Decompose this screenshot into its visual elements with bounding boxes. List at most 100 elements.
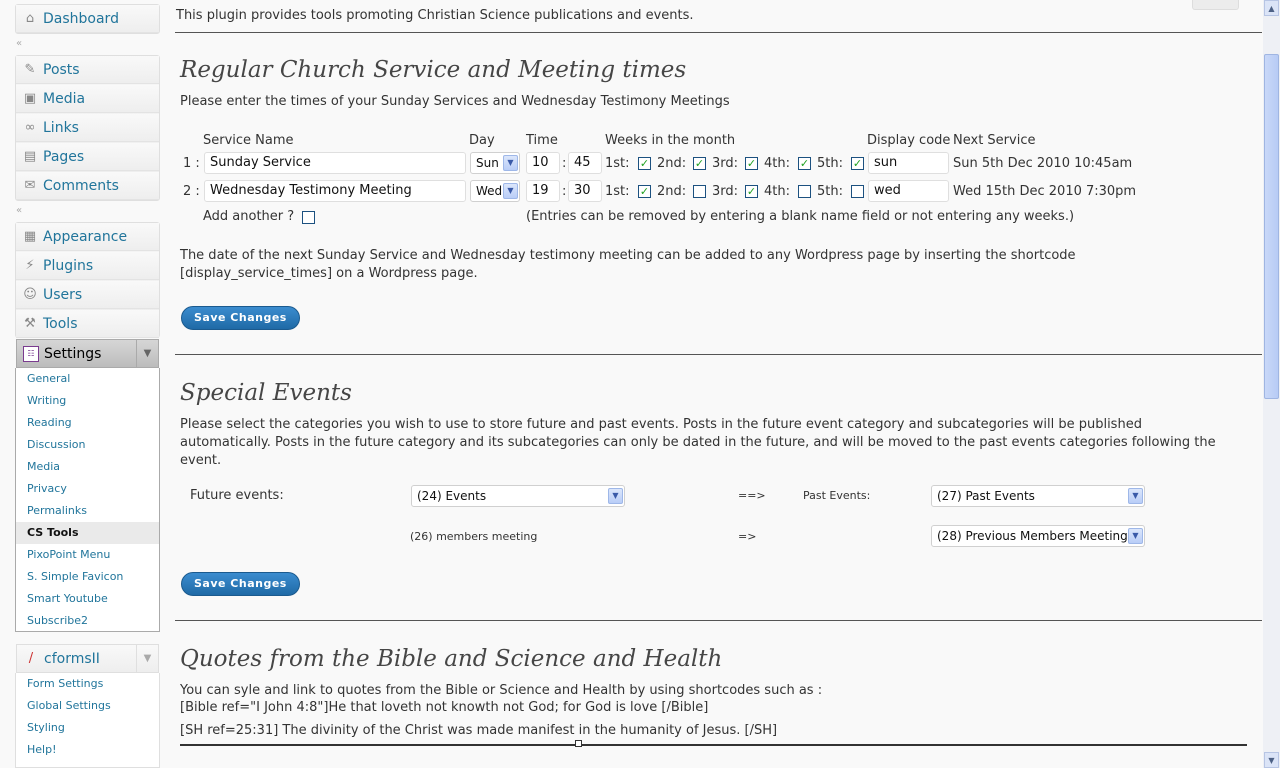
header-weeks: Weeks in the month [605,133,736,148]
future-events-select[interactable]: (24) Events ▼ [411,485,625,507]
submenu-item-writing[interactable]: Writing [16,390,159,412]
week-label: 3rd: [712,156,739,171]
sidebar-item-appearance[interactable]: ▦ Appearance [16,223,159,251]
submenu-item-form-settings[interactable]: Form Settings [16,673,159,695]
collapse-separator-icon[interactable]: « [16,205,22,216]
sidebar-item-pages[interactable]: ▤ Pages [16,143,159,171]
past-events-label: Past Events: [803,489,871,502]
sidebar-item-plugins[interactable]: ⚡ Plugins [16,252,159,280]
mapping-arrow: ==> [738,489,766,502]
submenu-item-simple-favicon[interactable]: S. Simple Favicon [16,566,159,588]
display-code-input[interactable]: sun [868,152,949,174]
header-time: Time [526,133,558,148]
past-events-value: (27) Past Events [937,489,1035,503]
settings-submenu: General Writing Reading Discussion Media… [15,368,160,632]
sidebar-item-label: Pages [43,148,85,165]
help-tab[interactable] [1192,0,1239,10]
service-name-input[interactable]: Wednesday Testimony Meeting [204,180,466,202]
week-4-checkbox[interactable] [798,185,811,198]
sidebar-item-label: Comments [43,177,119,194]
minute-input[interactable]: 30 [568,180,602,202]
day-select-value: Sun [476,156,499,170]
sidebar-item-comments[interactable]: ✉ Comments [16,172,159,200]
minute-input[interactable]: 45 [568,152,602,174]
submenu-item-discussion[interactable]: Discussion [16,434,159,456]
week-3-checkbox[interactable]: ✓ [745,157,758,170]
chevron-down-icon[interactable]: ▼ [136,340,158,367]
submenu-item-media[interactable]: Media [16,456,159,478]
time-separator: : [562,184,567,199]
submenu-item-cs-tools[interactable]: CS Tools [16,522,159,544]
sidebar-item-media[interactable]: ▣ Media [16,85,159,113]
week-1-checkbox[interactable]: ✓ [638,185,651,198]
future-events-label: Future events: [190,488,284,503]
sidebar-item-tools[interactable]: ⚒ Tools [16,310,159,338]
sidebar-item-users[interactable]: ☺ Users [16,281,159,309]
day-select[interactable]: Wed ▼ [470,180,520,202]
week-5-checkbox[interactable]: ✓ [851,157,864,170]
submenu-item-subscribe2[interactable]: Subscribe2 [16,610,159,632]
sidebar-item-label: Tools [43,315,78,332]
chevron-down-icon: ▼ [1128,528,1143,544]
shortcode-note: The date of the next Sunday Service and … [180,248,1076,263]
sidebar-item-label: Users [43,286,83,303]
submenu-item-pixopoint-menu[interactable]: PixoPoint Menu [16,544,159,566]
sidebar-item-cforms[interactable]: / cformsII ▼ [16,644,159,673]
save-changes-button[interactable]: Save Changes [181,572,300,596]
sidebar-item-posts[interactable]: ✎ Posts [16,56,159,84]
week-label: 2nd: [657,184,687,199]
vertical-scrollbar[interactable]: ▲ ▼ [1263,0,1280,768]
services-description: Please enter the times of your Sunday Se… [180,94,730,109]
submenu-item-global-settings[interactable]: Global Settings [16,695,159,717]
events-description: event. [180,453,222,468]
pin-icon: ✎ [24,62,36,77]
scroll-thumb[interactable] [1264,54,1279,399]
display-code-input[interactable]: wed [868,180,949,202]
week-5-checkbox[interactable] [851,185,864,198]
week-label: 5th: [817,156,843,171]
quotes-description: You can syle and link to quotes from the… [180,683,823,698]
collapse-separator-icon[interactable]: « [16,38,22,49]
hour-input[interactable]: 19 [526,180,560,202]
hour-input[interactable]: 10 [526,152,560,174]
week-1-checkbox[interactable]: ✓ [638,157,651,170]
sidebar-item-dashboard[interactable]: ⌂ Dashboard [16,5,159,33]
week-4-checkbox[interactable]: ✓ [798,157,811,170]
submenu-item-reading[interactable]: Reading [16,412,159,434]
week-2-checkbox[interactable] [693,185,706,198]
submenu-item-help[interactable]: Help! [16,739,159,761]
subcategory-past-select[interactable]: (28) Previous Members Meetings ▼ [931,525,1145,547]
submenu-item-smart-youtube[interactable]: Smart Youtube [16,588,159,610]
week-3-checkbox[interactable]: ✓ [745,185,758,198]
chevron-down-icon[interactable]: ▼ [136,645,158,672]
link-icon: ∞ [24,120,36,135]
sidebar-item-label: Plugins [43,257,94,274]
past-events-select[interactable]: (27) Past Events ▼ [931,485,1145,507]
admin-sidebar: ⌂ Dashboard « ✎ Posts ▣ Media ∞ Links ▤ … [0,0,170,768]
plugin-icon: ⚡ [25,258,35,273]
service-name-input[interactable]: Sunday Service [204,152,466,174]
submenu-item-privacy[interactable]: Privacy [16,478,159,500]
day-select-value: Wed [476,184,503,198]
submenu-item-permalinks[interactable]: Permalinks [16,500,159,522]
week-label: 2nd: [657,156,687,171]
scroll-up-arrow-icon[interactable]: ▲ [1264,0,1279,16]
week-label: 5th: [817,184,843,199]
week-2-checkbox[interactable]: ✓ [693,157,706,170]
time-separator: : [562,156,567,171]
sidebar-item-links[interactable]: ∞ Links [16,114,159,142]
scroll-down-arrow-icon[interactable]: ▼ [1264,752,1279,768]
save-changes-button[interactable]: Save Changes [181,306,300,330]
sidebar-item-label: Dashboard [43,10,119,27]
header-day: Day [469,133,495,148]
day-select[interactable]: Sun ▼ [470,152,520,174]
next-service-value: Sun 5th Dec 2010 10:45am [953,156,1133,171]
resize-handle-icon[interactable] [575,740,582,747]
sidebar-item-settings[interactable]: ☷ Settings ▼ [16,339,159,368]
submenu-item-styling[interactable]: Styling [16,717,159,739]
add-another-checkbox[interactable] [302,211,315,224]
chevron-down-icon: ▼ [503,155,518,171]
appearance-icon: ▦ [23,229,37,244]
submenu-item-general[interactable]: General [16,368,159,390]
header-next-service: Next Service [953,133,1036,148]
